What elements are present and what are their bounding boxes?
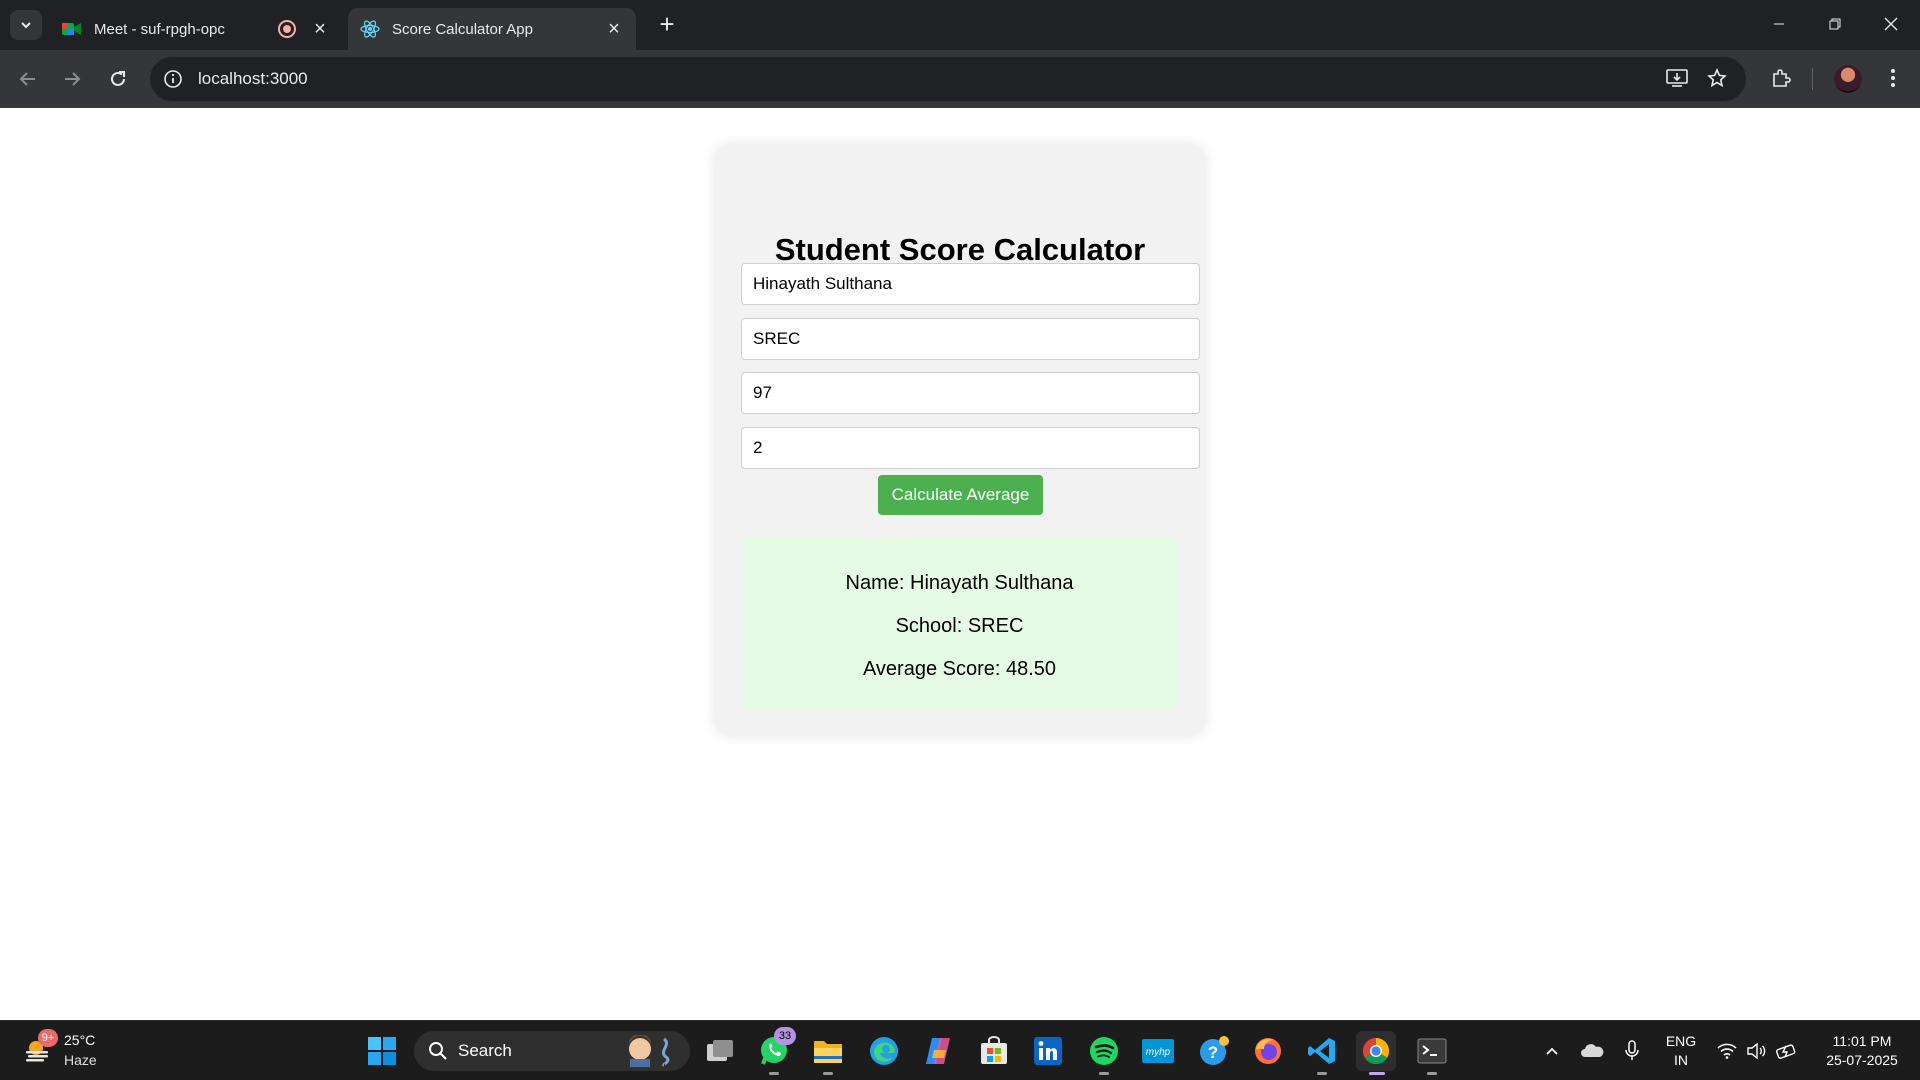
- edge-browser-icon[interactable]: [864, 1031, 904, 1071]
- new-tab-button[interactable]: +: [652, 10, 682, 40]
- extensions-puzzle-icon[interactable]: [1766, 63, 1796, 93]
- minimize-icon[interactable]: [1750, 0, 1808, 48]
- score-1-input[interactable]: [741, 372, 1200, 414]
- firefox-icon[interactable]: [1248, 1031, 1288, 1071]
- taskbar-search-box[interactable]: Search: [414, 1031, 690, 1071]
- student-name-input[interactable]: [741, 263, 1200, 305]
- site-info-icon[interactable]: [162, 68, 184, 90]
- running-indicator: [1427, 1072, 1437, 1075]
- show-hidden-icons-chevron-up-icon[interactable]: [1534, 1031, 1570, 1071]
- bookmark-star-icon[interactable]: [1702, 63, 1732, 93]
- file-explorer-icon[interactable]: [808, 1031, 848, 1071]
- running-indicator: [1317, 1072, 1327, 1075]
- google-meet-icon: [62, 19, 82, 39]
- language-region: IN: [1674, 1052, 1688, 1068]
- whatsapp-unread-badge: 33: [774, 1027, 796, 1045]
- close-tab-icon[interactable]: ×: [604, 19, 624, 39]
- url-text: localhost:3000: [198, 69, 308, 88]
- install-app-icon[interactable]: [1662, 63, 1692, 93]
- close-tab-icon[interactable]: ×: [310, 19, 330, 39]
- active-indicator: [1369, 1072, 1385, 1075]
- profile-avatar[interactable]: [1834, 65, 1862, 93]
- forward-arrow-icon[interactable]: [56, 63, 88, 95]
- wifi-icon[interactable]: [1712, 1031, 1742, 1071]
- page-viewport: Student Score Calculator Calculate Avera…: [0, 108, 1920, 1020]
- toolbar-divider: [1812, 68, 1813, 90]
- svg-text:myhp: myhp: [1146, 1047, 1171, 1058]
- restore-icon[interactable]: [1806, 0, 1864, 48]
- running-indicator: [769, 1072, 779, 1075]
- language-indicator[interactable]: ENG IN: [1660, 1033, 1702, 1068]
- address-bar[interactable]: localhost:3000: [150, 57, 1746, 101]
- clock-date: 25-07-2025: [1826, 1052, 1898, 1068]
- more-menu-icon[interactable]: [1878, 63, 1908, 93]
- search-highlight-icon: [629, 1035, 670, 1067]
- chrome-icon[interactable]: [1356, 1031, 1396, 1071]
- recording-indicator-icon: [278, 20, 296, 38]
- tab-score-calculator[interactable]: Score Calculator App ×: [348, 8, 636, 50]
- result-panel: Name: Hinayath Sulthana School: SREC Ave…: [741, 538, 1178, 710]
- search-label: Search: [458, 1041, 512, 1060]
- task-view-icon[interactable]: [700, 1031, 740, 1071]
- reload-icon[interactable]: [102, 63, 134, 95]
- result-average: Average Score: 48.50: [862, 658, 1057, 680]
- score-2-input[interactable]: [741, 427, 1200, 469]
- weather-description: Haze: [64, 1052, 97, 1068]
- volume-icon[interactable]: [1742, 1031, 1772, 1071]
- svg-text:?: ?: [1208, 1043, 1218, 1062]
- copilot-icon[interactable]: [918, 1031, 958, 1071]
- running-indicator: [1099, 1072, 1109, 1075]
- tab-meet[interactable]: Meet - suf-rpgh-opc ×: [50, 8, 342, 50]
- vscode-icon[interactable]: [1302, 1031, 1342, 1071]
- calculate-average-button[interactable]: Calculate Average: [878, 475, 1043, 515]
- spotify-icon[interactable]: [1084, 1031, 1124, 1071]
- linkedin-icon[interactable]: [1028, 1031, 1068, 1071]
- browser-tab-bar: Meet - suf-rpgh-opc × Score Calculator A…: [0, 0, 1920, 50]
- system-clock[interactable]: 11:01 PM 25-07-2025: [1812, 1033, 1912, 1068]
- battery-charging-icon[interactable]: [1772, 1031, 1802, 1071]
- close-window-icon[interactable]: [1862, 0, 1920, 48]
- weather-alert-badge: 9+: [38, 1029, 58, 1047]
- chevron-down-icon: [21, 22, 31, 29]
- terminal-icon[interactable]: [1412, 1031, 1452, 1071]
- back-arrow-icon[interactable]: [12, 63, 44, 95]
- tab-search-button[interactable]: [10, 10, 42, 40]
- get-help-icon[interactable]: ?: [1194, 1031, 1234, 1071]
- tab-title: Meet - suf-rpgh-opc: [94, 20, 225, 38]
- calculator-card: Student Score Calculator Calculate Avera…: [716, 146, 1204, 734]
- windows-start-icon[interactable]: [362, 1031, 402, 1071]
- microphone-icon[interactable]: [1614, 1031, 1650, 1071]
- result-school: School: SREC: [895, 615, 1024, 637]
- clock-time: 11:01 PM: [1832, 1033, 1892, 1049]
- weather-temperature: 25°C: [64, 1032, 96, 1048]
- result-name: Name: Hinayath Sulthana: [845, 572, 1074, 594]
- running-indicator: [823, 1072, 833, 1075]
- microsoft-store-icon[interactable]: [974, 1031, 1014, 1071]
- language-code: ENG: [1665, 1033, 1697, 1049]
- tab-title: Score Calculator App: [392, 20, 533, 38]
- school-input[interactable]: [741, 318, 1200, 360]
- browser-toolbar: localhost:3000: [0, 50, 1920, 108]
- onedrive-cloud-icon[interactable]: [1574, 1031, 1610, 1071]
- search-icon: [429, 1042, 447, 1060]
- react-icon: [360, 19, 380, 39]
- windows-taskbar: 9+ 25°C Haze Search 33 myhp ? ENG IN 11:…: [0, 1020, 1920, 1080]
- myhp-icon[interactable]: myhp: [1138, 1031, 1178, 1071]
